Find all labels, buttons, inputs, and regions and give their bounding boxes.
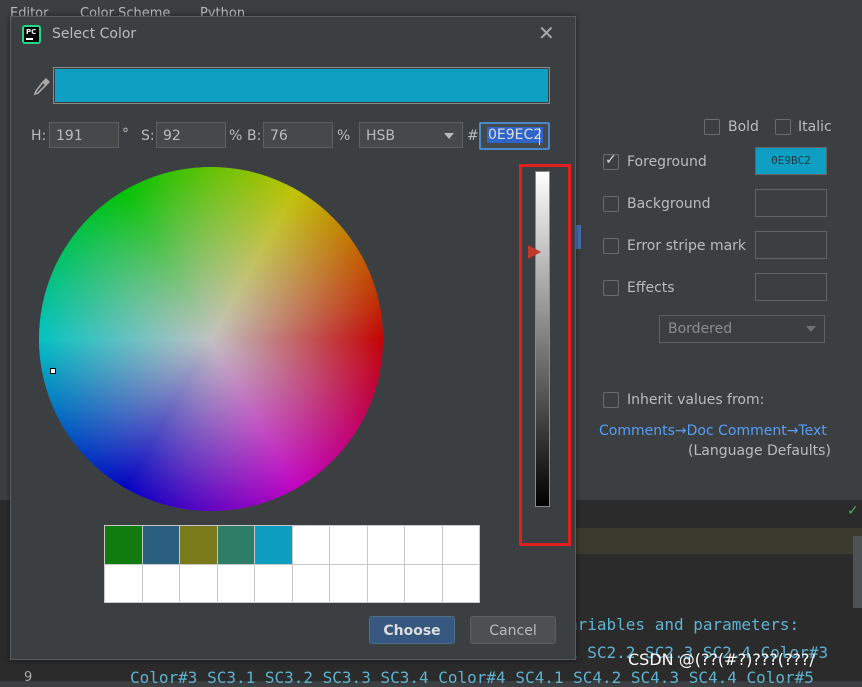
color-preview [53, 67, 550, 104]
dialog-title: Select Color [52, 26, 137, 42]
effects-color-swatch[interactable] [755, 273, 827, 301]
editor-scrollbar[interactable] [853, 536, 862, 608]
hue-unit: ° [122, 126, 129, 142]
foreground-checkbox[interactable] [603, 152, 619, 170]
inherit-link[interactable]: Comments→Doc Comment→Text [599, 423, 827, 439]
chevron-down-icon [444, 133, 454, 139]
chevron-down-icon [806, 326, 816, 332]
effects-type-dropdown[interactable]: Bordered [659, 315, 825, 343]
error-stripe-checkbox[interactable] [603, 238, 619, 254]
inherit-note: (Language Defaults) [688, 443, 831, 459]
select-color-dialog: PC Select Color ✕ H: 191 ° S: 92 % B: 76… [10, 16, 576, 660]
brightness-slider-handle[interactable] [528, 245, 541, 259]
close-icon[interactable]: ✕ [538, 23, 555, 43]
check-icon: ✓ [847, 503, 859, 519]
recent-color-cell[interactable] [292, 526, 329, 564]
color-mode-value: HSB [366, 128, 396, 144]
choose-button[interactable]: Choose [369, 616, 455, 644]
recent-color-cell[interactable] [255, 564, 292, 602]
hex-input[interactable]: 0E9EC2 [479, 122, 550, 150]
hex-value: 0E9EC2 [487, 127, 544, 143]
recent-color-cell[interactable] [442, 564, 479, 602]
saturation-label: S: [141, 128, 155, 144]
italic-checkbox[interactable] [775, 119, 791, 135]
dialog-title-bar: PC Select Color ✕ [11, 17, 575, 53]
inherit-label: Inherit values from: [627, 392, 765, 408]
brightness-unit: % [337, 128, 351, 144]
background-color-swatch[interactable] [755, 189, 827, 217]
foreground-label: Foreground [627, 154, 707, 170]
foreground-color-swatch[interactable]: 0E9BC2 [755, 147, 827, 175]
background-checkbox[interactable] [603, 196, 619, 212]
cancel-button[interactable]: Cancel [470, 616, 556, 644]
recent-color-cell[interactable] [330, 526, 367, 564]
effects-type-value: Bordered [668, 321, 733, 337]
recent-color-cell[interactable] [367, 526, 404, 564]
editor-highlight-line [575, 528, 862, 554]
recent-color-cell[interactable] [255, 526, 292, 564]
italic-label: Italic [798, 119, 832, 135]
recent-color-cell[interactable] [292, 564, 329, 602]
bold-checkbox[interactable] [704, 119, 720, 135]
recent-color-cell[interactable] [217, 564, 254, 602]
watermark: CSDN @(??(#?)???(???/ [628, 650, 815, 669]
effects-checkbox[interactable] [603, 280, 619, 296]
recent-color-cell[interactable] [180, 526, 217, 564]
bold-label: Bold [728, 119, 759, 135]
brightness-input[interactable]: 76 [263, 122, 333, 148]
recent-color-cell[interactable] [405, 564, 442, 602]
pycharm-app-icon: PC [22, 25, 41, 44]
saturation-unit: % [229, 128, 243, 144]
recent-color-cell[interactable] [367, 564, 404, 602]
recent-color-cell[interactable] [105, 564, 142, 602]
brightness-label: B: [247, 128, 262, 144]
background-label: Background [627, 196, 711, 212]
recent-colors-grid [104, 525, 480, 603]
recent-color-cell[interactable] [405, 526, 442, 564]
recent-color-cell[interactable] [217, 526, 254, 564]
recent-color-cell[interactable] [180, 564, 217, 602]
brightness-slider[interactable] [535, 171, 550, 507]
saturation-input[interactable]: 92 [156, 122, 226, 148]
hue-input[interactable]: 191 [49, 122, 119, 148]
recent-color-cell[interactable] [142, 526, 179, 564]
hue-label: H: [31, 128, 47, 144]
color-mode-dropdown[interactable]: HSB [359, 122, 463, 148]
recent-color-cell[interactable] [330, 564, 367, 602]
inherit-checkbox[interactable] [603, 392, 619, 408]
wheel-picker-marker[interactable] [50, 368, 56, 374]
recent-color-cell[interactable] [442, 526, 479, 564]
editor-line-3: Color#3 SC3.1 SC3.2 SC3.3 SC3.4 Color#4 … [130, 668, 814, 687]
text-cursor [539, 128, 540, 145]
editor-line-1: ariables and parameters: [568, 615, 800, 634]
recent-color-cell[interactable] [105, 526, 142, 564]
effects-label: Effects [627, 280, 675, 296]
color-wheel[interactable] [39, 167, 383, 511]
error-stripe-color-swatch[interactable] [755, 231, 827, 259]
error-stripe-label: Error stripe mark [627, 238, 747, 254]
hex-hash: # [467, 128, 479, 144]
recent-color-cell[interactable] [142, 564, 179, 602]
eyedropper-icon[interactable] [31, 75, 53, 97]
line-number: 9 [24, 670, 33, 685]
